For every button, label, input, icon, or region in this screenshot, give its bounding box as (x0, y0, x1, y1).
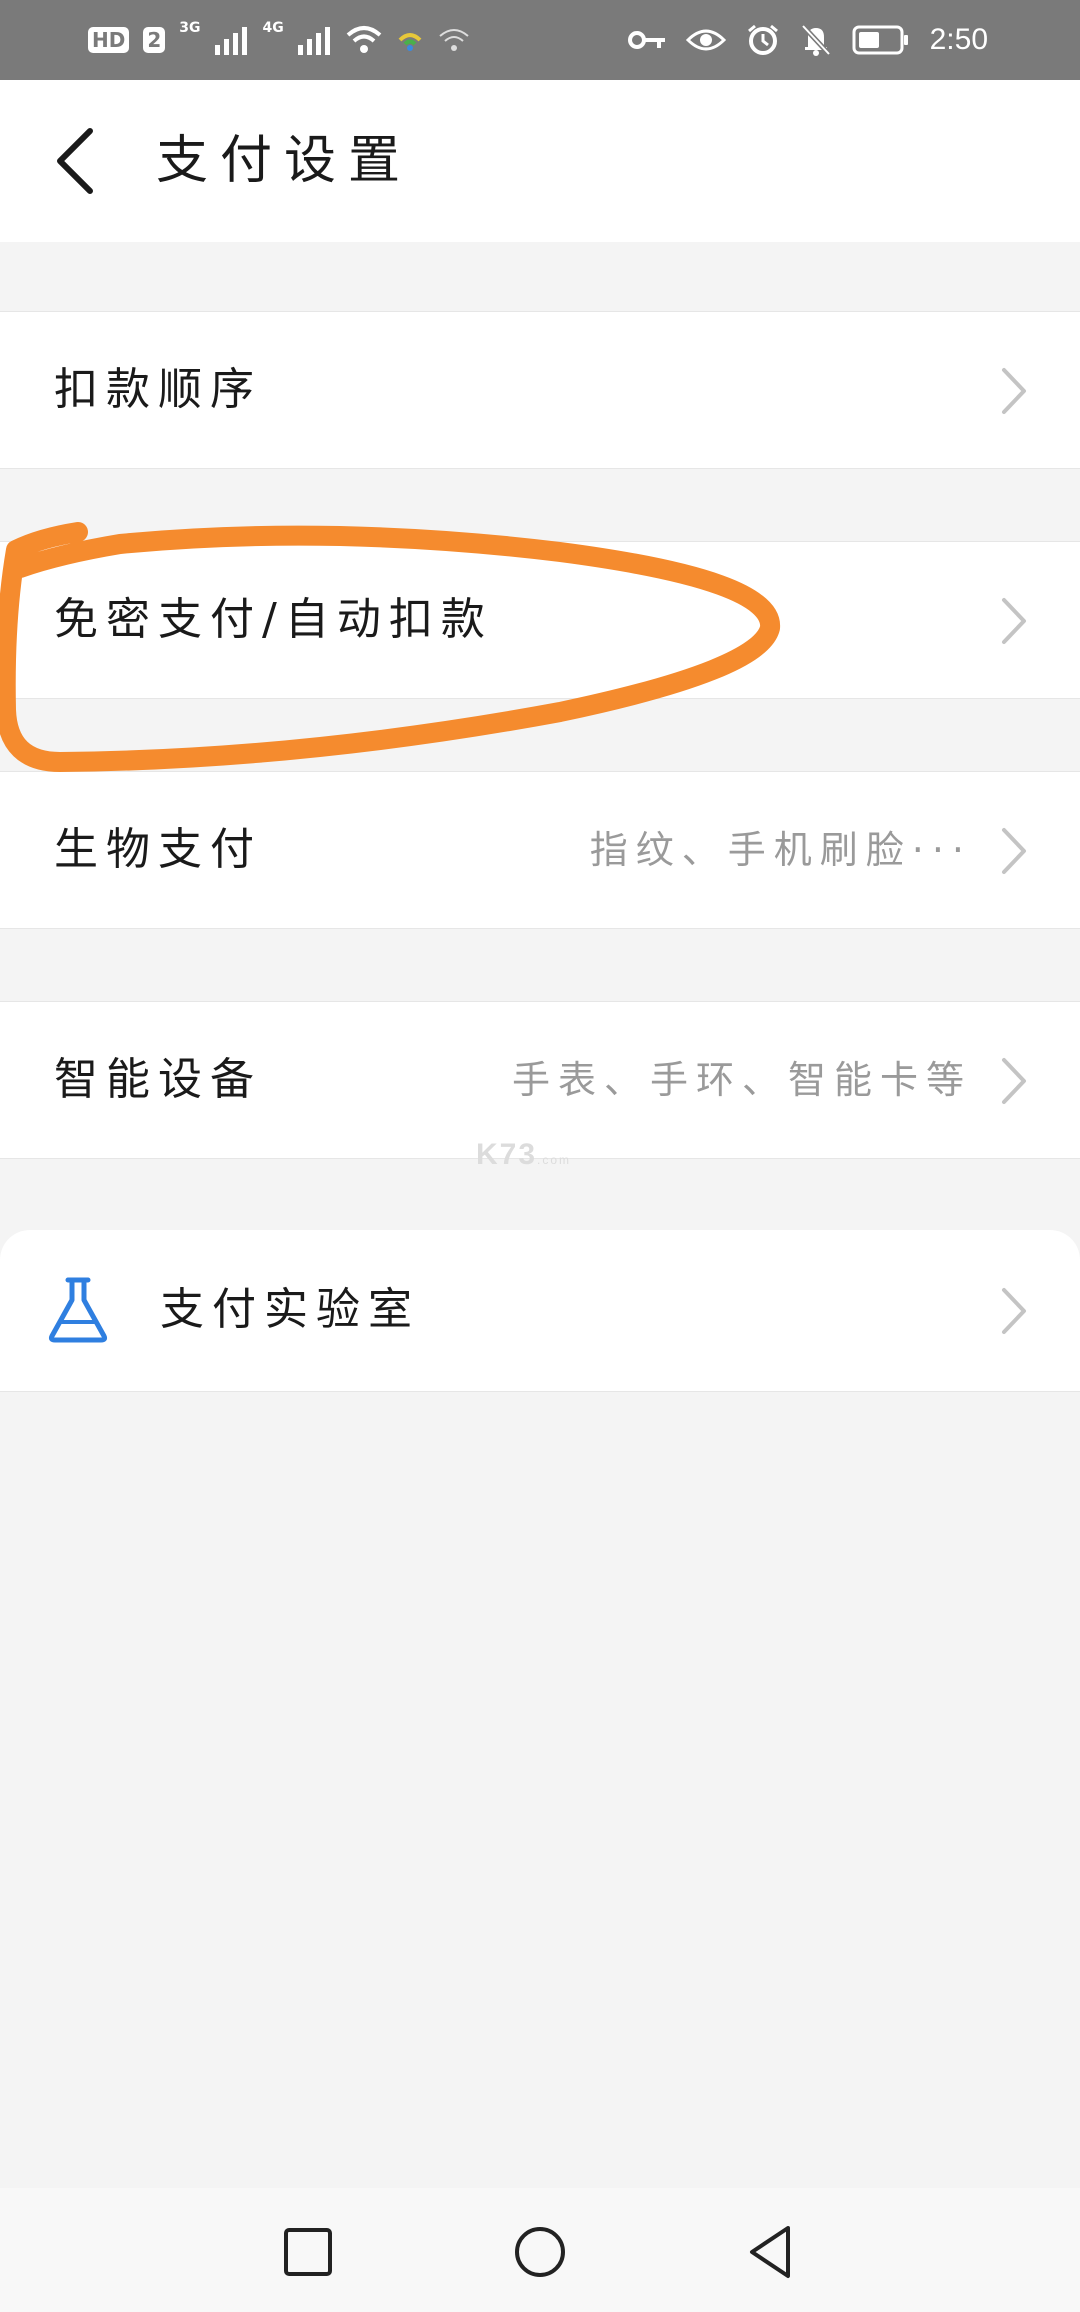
bell-off-icon (800, 23, 832, 57)
password-free-payment-row[interactable]: 免密支付/自动扣款 (0, 541, 1080, 699)
back-button[interactable] (50, 125, 100, 197)
chevron-left-icon (57, 128, 93, 194)
row-value: 手表、手环、智能卡等 (511, 1058, 972, 1102)
status-left: HD 2 3G 4G (88, 0, 470, 80)
chevron-right-icon (1002, 1288, 1026, 1334)
row-label: 免密支付/自动扣款 (54, 594, 493, 645)
key-icon (627, 28, 666, 52)
hd-badge: HD (88, 27, 130, 53)
row-value: 指纹、手机刷脸··· (589, 828, 972, 872)
sim-badge: 2 (143, 27, 166, 53)
payment-lab-row[interactable]: 支付实验室 (0, 1230, 1080, 1392)
circle-home-icon[interactable] (508, 2220, 572, 2284)
chevron-right-icon (1002, 1058, 1026, 1104)
wifi-icon (346, 25, 382, 55)
battery-icon (852, 25, 910, 55)
row-label: 支付实验室 (160, 1284, 420, 1335)
square-recent-icon[interactable] (276, 2220, 340, 2284)
smart-device-row[interactable]: 智能设备 手表、手环、智能卡等 (0, 1001, 1080, 1159)
eye-icon (685, 26, 726, 54)
flask-icon (48, 1277, 108, 1343)
row-label: 智能设备 (54, 1054, 262, 1105)
system-nav-bar (0, 2188, 1080, 2312)
hotspot-icon (396, 28, 424, 52)
biometric-payment-row[interactable]: 生物支付 指纹、手机刷脸··· (0, 771, 1080, 929)
chevron-right-icon (1002, 368, 1026, 414)
watermark-brand: K73 (476, 1138, 538, 1171)
watermark-logo: K73.com (476, 1138, 571, 1172)
page-title: 支付设置 (156, 131, 413, 191)
row-label: 扣款顺序 (54, 364, 262, 415)
signal-icon (214, 25, 249, 55)
clock-time: 2:50 (929, 23, 988, 56)
app-header: 支付设置 (0, 80, 1080, 242)
signal-icon (297, 25, 332, 55)
deduction-order-row[interactable]: 扣款顺序 (0, 311, 1080, 469)
watermark-sub: .com (537, 1153, 572, 1167)
row-label: 生物支付 (54, 824, 262, 875)
status-bar: HD 2 3G 4G 2:50 (0, 0, 1080, 80)
wifi-weak-icon (438, 26, 470, 54)
chevron-right-icon (1002, 598, 1026, 644)
network-3g-label: 3G (179, 20, 201, 36)
triangle-back-icon[interactable] (740, 2220, 804, 2284)
network-4g-label: 4G (262, 20, 284, 36)
status-right: 2:50 (627, 0, 988, 80)
chevron-right-icon (1002, 828, 1026, 874)
alarm-icon (746, 23, 780, 57)
